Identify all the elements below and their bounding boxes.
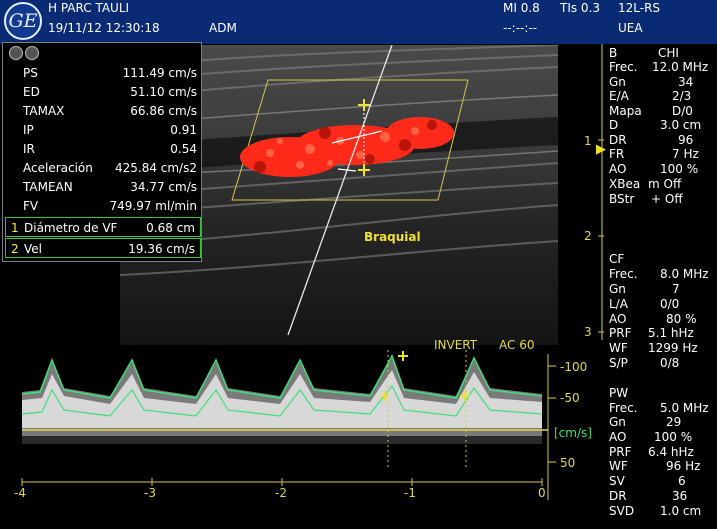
pw-param-label: WF xyxy=(609,459,628,473)
pw-param-value: 36 xyxy=(672,489,688,503)
exam-datetime: 19/11/12 12:30:18 xyxy=(48,21,160,35)
pw-param-value: 6.4 hHz xyxy=(648,445,694,459)
b-param-label: AO xyxy=(609,162,627,176)
b-param-value: 100 % xyxy=(660,162,699,176)
thermal-index: TIs 0.3 xyxy=(560,1,601,15)
site-name: H PARC TAULI xyxy=(48,1,130,15)
pw-param-label: SVD xyxy=(609,504,635,518)
b-param-value: + Off xyxy=(651,192,683,206)
vel-unit: [cm/s] xyxy=(554,426,592,440)
pw-title: PW xyxy=(609,386,629,400)
b-param-value: 7 Hz xyxy=(672,147,699,161)
cf-param-label: Frec. xyxy=(609,267,638,281)
b-param-value: m Off xyxy=(648,177,682,191)
measure-row-tamax: TAMAX 66.86 cm/s xyxy=(23,104,197,118)
b-param-value: D/0 xyxy=(672,104,693,118)
cf-param-label: AO xyxy=(609,312,627,326)
measure-row-ip: IP 0.91 xyxy=(23,123,197,137)
measure-row-tamean: TAMEAN 34.77 cm/s xyxy=(23,180,197,194)
measure-velocity-box[interactable]: 2 Vel 19.36 cm/s xyxy=(5,238,201,258)
vel-tick-minus50: -50 xyxy=(560,391,580,405)
pw-param-label: AO xyxy=(609,430,627,444)
cf-param-value: 1299 Hz xyxy=(648,341,698,355)
cf-param-value: 8.0 MHz xyxy=(660,267,709,281)
b-param-label: E/A xyxy=(609,89,629,103)
b-param-label: FR xyxy=(609,147,625,161)
time-tick-0: 0 xyxy=(538,486,546,500)
measure-diameter-box[interactable]: 1 Diámetro de VF 0.68 cm xyxy=(5,217,201,237)
preset-name: UEA xyxy=(618,21,643,35)
header-bar: GE H PARC TAULI 19/11/12 12:30:18 ADM MI… xyxy=(0,0,717,44)
depth-mark-2: 2 xyxy=(584,229,592,243)
b-param-label: DR xyxy=(609,133,627,147)
b-param-label: Mapa xyxy=(609,104,642,118)
depth-mark-1: 1 xyxy=(584,134,592,148)
depth-mark-3: 3 xyxy=(584,325,592,339)
pw-param-value: 6 xyxy=(678,474,686,488)
b-param-label: D xyxy=(609,118,619,132)
pw-param-label: Gn xyxy=(609,415,626,429)
timer-readout: --:--:-- xyxy=(503,21,538,35)
operator-id: ADM xyxy=(209,21,237,35)
pw-param-label: SV xyxy=(609,474,625,488)
b-mode-title: B xyxy=(609,46,618,60)
mechanical-index: MI 0.8 xyxy=(503,1,540,15)
cf-param-value: 80 % xyxy=(666,312,697,326)
pw-param-label: Frec. xyxy=(609,401,638,415)
cf-param-value: 0/0 xyxy=(660,297,680,311)
probe-name: 12L-RS xyxy=(618,1,661,15)
time-tick-4: -4 xyxy=(14,486,26,500)
vessel-label: Braquial xyxy=(364,230,421,244)
cf-param-label: L/A xyxy=(609,297,628,311)
measure-row-ps: PS 111.49 cm/s xyxy=(23,66,197,80)
invert-label: INVERT xyxy=(434,338,478,352)
b-param-value: 3.0 cm xyxy=(660,118,702,132)
b-param-value: 34 xyxy=(678,75,694,89)
vel-tick-50: 50 xyxy=(560,456,576,470)
cf-param-label: WF xyxy=(609,341,628,355)
focus-marker-icon: ▶ xyxy=(596,142,606,157)
measure-row-aceleracion: Aceleración 425.84 cm/s2 xyxy=(23,161,197,175)
cf-param-label: PRF xyxy=(609,326,632,340)
pw-param-value: 96 Hz xyxy=(666,459,701,473)
depth-scale xyxy=(598,44,604,340)
measure-row-ir: IR 0.54 xyxy=(23,142,197,156)
b-param-label: BStr xyxy=(609,192,635,206)
b-param-label: Frec. xyxy=(609,60,638,74)
measurement-panel: PS 111.49 cm/s ED 51.10 cm/s TAMAX 66.86 cm… xyxy=(2,42,202,262)
b-param-value: 2/3 xyxy=(672,89,692,103)
ac-label: AC 60 xyxy=(499,338,535,352)
pw-param-value: 29 xyxy=(666,415,682,429)
pw-param-value: 100 % xyxy=(654,430,693,444)
b-mode-chi: CHI xyxy=(658,46,679,60)
b-param-label: XBea xyxy=(609,177,641,191)
pw-param-label: PRF xyxy=(609,445,632,459)
doppler-spectrum[interactable] xyxy=(0,340,600,510)
measure-row-ed: ED 51.10 cm/s xyxy=(23,85,197,99)
time-tick-2: -2 xyxy=(275,486,287,500)
b-param-label: Gn xyxy=(609,75,626,89)
cf-param-value: 5.1 hHz xyxy=(648,326,694,340)
cf-param-label: S/P xyxy=(609,356,628,370)
time-tick-3: -3 xyxy=(144,486,156,500)
pw-param-label: DR xyxy=(609,489,627,503)
vel-tick-minus100: -100 xyxy=(560,360,588,374)
time-tick-1: -1 xyxy=(404,486,416,500)
pw-param-value: 5.0 MHz xyxy=(660,401,709,415)
cf-title: CF xyxy=(609,252,625,266)
measure-row-fv: FV 749.97 ml/min xyxy=(23,199,197,213)
pw-param-value: 1.0 cm xyxy=(660,504,702,518)
panel-close-icon[interactable] xyxy=(9,46,23,60)
b-param-value: 12.0 MHz xyxy=(652,60,709,74)
b-param-value: 96 xyxy=(678,133,694,147)
cf-param-value: 0/8 xyxy=(660,356,680,370)
panel-settings-icon[interactable] xyxy=(25,46,39,60)
cf-param-value: 7 xyxy=(672,282,680,296)
ge-logo: GE xyxy=(4,2,42,40)
cf-param-label: Gn xyxy=(609,282,626,296)
